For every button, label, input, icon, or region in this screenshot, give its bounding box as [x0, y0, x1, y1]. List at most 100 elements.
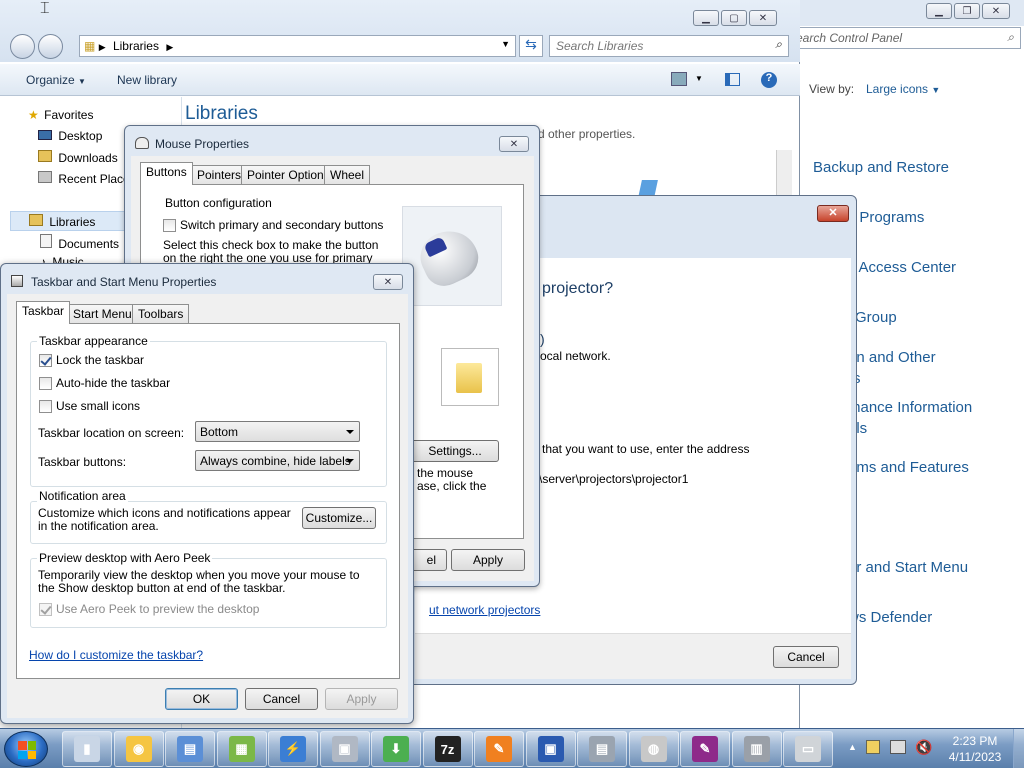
pdf-reader-icon[interactable]: ✎: [474, 731, 524, 767]
documents-icon: [40, 234, 52, 248]
chevron-down-icon: ▼: [78, 77, 86, 86]
flash-icon[interactable]: ⚡: [268, 731, 318, 767]
projector-cancel-button[interactable]: Cancel: [773, 646, 839, 668]
search-input[interactable]: Search Libraries ⌕: [549, 35, 789, 57]
clock[interactable]: 2:23 PM 4/11/2023: [940, 733, 1010, 765]
chevron-down-icon[interactable]: ▼: [501, 39, 510, 49]
location-select[interactable]: Bottom: [195, 421, 360, 442]
chrome-icon[interactable]: ◉: [113, 731, 164, 767]
cp-item-homegroup[interactable]: Group: [855, 309, 897, 326]
settings-button[interactable]: Settings...: [411, 440, 499, 462]
network-icon[interactable]: [890, 740, 906, 754]
tab-toolbars[interactable]: Toolbars: [132, 304, 190, 324]
7zip-icon[interactable]: 7z: [422, 731, 473, 767]
cp-item-performance[interactable]: mance Information: [848, 399, 972, 416]
close-icon[interactable]: ✕: [817, 205, 849, 222]
cp-item-default-programs[interactable]: t Programs: [851, 209, 924, 226]
nav-desktop[interactable]: Desktop: [38, 129, 102, 143]
tab-taskbar[interactable]: Taskbar: [16, 301, 71, 324]
help-link[interactable]: How do I customize the taskbar?: [29, 648, 203, 662]
tab-start-menu[interactable]: Start Menu: [67, 304, 138, 324]
checkbox[interactable]: [39, 377, 52, 391]
ok-button[interactable]: OK: [165, 688, 238, 710]
organize-button[interactable]: Organize ▼: [26, 73, 86, 87]
close-icon[interactable]: ✕: [982, 3, 1010, 19]
save-icon[interactable]: ▣: [525, 731, 576, 767]
start-button[interactable]: [4, 731, 48, 767]
checkbox[interactable]: [163, 219, 176, 233]
nav-downloads[interactable]: Downloads: [38, 150, 118, 165]
speaker-icon[interactable]: ◍: [628, 731, 679, 767]
close-icon[interactable]: ✕: [373, 274, 403, 290]
cp-search-input[interactable]: earch Control Panel ⌕: [791, 27, 1021, 49]
minimize-icon[interactable]: ▁: [693, 10, 719, 26]
breadcrumb[interactable]: Libraries: [113, 39, 159, 53]
text-editor-icon[interactable]: ▤: [165, 731, 215, 767]
help-icon[interactable]: ?: [761, 72, 777, 88]
projector-help-link[interactable]: ut network projectors: [429, 603, 540, 617]
location-label: Taskbar location on screen:: [38, 426, 185, 440]
mouse-apply-button[interactable]: Apply: [451, 549, 525, 571]
aero-peek-checkbox[interactable]: Use Aero Peek to preview the desktop: [39, 602, 259, 617]
nav-documents[interactable]: Documents: [40, 234, 119, 251]
view-by-dropdown[interactable]: Large icons ▼: [866, 82, 940, 96]
checkbox[interactable]: [39, 603, 52, 617]
winrar-icon[interactable]: ▦: [216, 731, 267, 767]
customize-button[interactable]: Customize...: [302, 507, 376, 529]
volume-muted-icon[interactable]: 🔇: [915, 739, 932, 756]
nav-recent[interactable]: Recent Places: [38, 171, 128, 186]
taskbar-dialog-title: Taskbar and Start Menu Properties: [31, 275, 217, 289]
checkbox[interactable]: [39, 354, 52, 368]
back-button[interactable]: [10, 34, 35, 59]
projector-icon[interactable]: ▣: [319, 731, 370, 767]
pdf-creator-icon[interactable]: ✎: [680, 731, 730, 767]
apply-button[interactable]: Apply: [325, 688, 398, 710]
server-icon[interactable]: ▥: [731, 731, 782, 767]
cp-item-taskbar[interactable]: ar and Start Menu: [848, 559, 968, 576]
cp-item-programs[interactable]: ams and Features: [848, 459, 969, 476]
cp-item-defender[interactable]: ws Defender: [848, 609, 932, 626]
show-desktop-button[interactable]: [1013, 729, 1024, 768]
lock-taskbar-checkbox[interactable]: Lock the taskbar: [39, 353, 145, 368]
tab-wheel[interactable]: Wheel: [324, 165, 371, 185]
save-icon-glyph: ▣: [537, 736, 564, 762]
action-center-icon[interactable]: [866, 740, 880, 754]
tab-buttons[interactable]: Buttons: [140, 162, 193, 185]
autohide-checkbox[interactable]: Auto-hide the taskbar: [39, 376, 170, 391]
star-icon: ★: [28, 108, 39, 122]
keyboard-icon[interactable]: ▭: [783, 731, 833, 767]
tab-pointer-options[interactable]: Pointer Options: [241, 165, 336, 185]
printer-icon[interactable]: ▤: [577, 731, 627, 767]
location-value: Bottom: [200, 425, 239, 439]
small-icons-checkbox[interactable]: Use small icons: [39, 399, 140, 414]
chevron-down-icon[interactable]: ▼: [695, 74, 703, 83]
new-library-button[interactable]: New library: [117, 73, 177, 87]
change-view-icon[interactable]: [671, 72, 687, 86]
cp-item-location[interactable]: on and Other: [848, 349, 936, 366]
cp-item-backup[interactable]: Backup and Restore: [813, 159, 949, 176]
search-placeholder: Search Libraries: [556, 39, 644, 53]
tab-pointers[interactable]: Pointers: [191, 165, 248, 185]
refresh-button[interactable]: ⇆: [519, 35, 543, 57]
cancel-button[interactable]: Cancel: [245, 688, 318, 710]
maximize-icon[interactable]: ▢: [721, 10, 747, 26]
nav-favorites[interactable]: ★ Favorites: [28, 108, 93, 122]
lock-taskbar-label: Lock the taskbar: [56, 353, 145, 367]
switch-buttons-checkbox[interactable]: Switch primary and secondary buttons: [163, 218, 383, 233]
file-manager-icon[interactable]: ▮: [62, 731, 112, 767]
scrollbar[interactable]: [776, 150, 792, 200]
restore-icon[interactable]: ❐: [954, 3, 980, 19]
projector-line4: \server\projectors\projector1: [539, 472, 689, 486]
forward-button[interactable]: [38, 34, 63, 59]
close-icon[interactable]: ✕: [499, 136, 529, 152]
checkbox[interactable]: [39, 400, 52, 414]
tray-arrow-icon[interactable]: ▲: [848, 742, 857, 752]
taskbar-settings-icon: [11, 275, 23, 287]
download-icon[interactable]: ⬇: [371, 731, 421, 767]
preview-pane-icon[interactable]: [725, 73, 740, 86]
minimize-icon[interactable]: ▁: [926, 3, 952, 19]
cp-item-ease-of-access[interactable]: f Access Center: [851, 259, 956, 276]
buttons-select[interactable]: Always combine, hide labels: [195, 450, 360, 471]
close-icon[interactable]: ✕: [749, 10, 777, 26]
address-bar[interactable]: ▦ ▶ Libraries ▶ ▼: [79, 35, 516, 57]
